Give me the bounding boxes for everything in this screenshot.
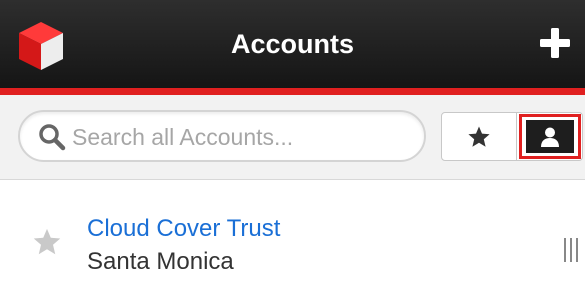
search-input[interactable] xyxy=(72,120,412,154)
person-icon xyxy=(541,127,559,147)
add-account-button[interactable] xyxy=(538,26,572,60)
page-title: Accounts xyxy=(230,29,355,59)
account-city: Santa Monica xyxy=(87,248,234,275)
reorder-handle-icon[interactable] xyxy=(563,236,579,264)
account-filter-segmented-control xyxy=(441,112,583,161)
account-name-link[interactable]: Cloud Cover Trust xyxy=(87,215,280,243)
favorites-filter-button[interactable] xyxy=(442,113,517,160)
search-toolbar xyxy=(0,95,585,180)
selected-segment xyxy=(526,120,574,153)
star-icon xyxy=(468,126,490,147)
app-header: Accounts xyxy=(0,0,585,88)
selected-highlight xyxy=(519,114,581,159)
accent-divider xyxy=(0,88,585,95)
search-icon xyxy=(39,124,66,151)
my-accounts-filter-button[interactable] xyxy=(518,113,582,160)
favorite-star-icon[interactable] xyxy=(32,227,62,257)
search-box[interactable] xyxy=(18,110,426,162)
plus-icon xyxy=(540,28,570,58)
list-item[interactable]: Cloud Cover Trust Santa Monica xyxy=(0,181,585,281)
